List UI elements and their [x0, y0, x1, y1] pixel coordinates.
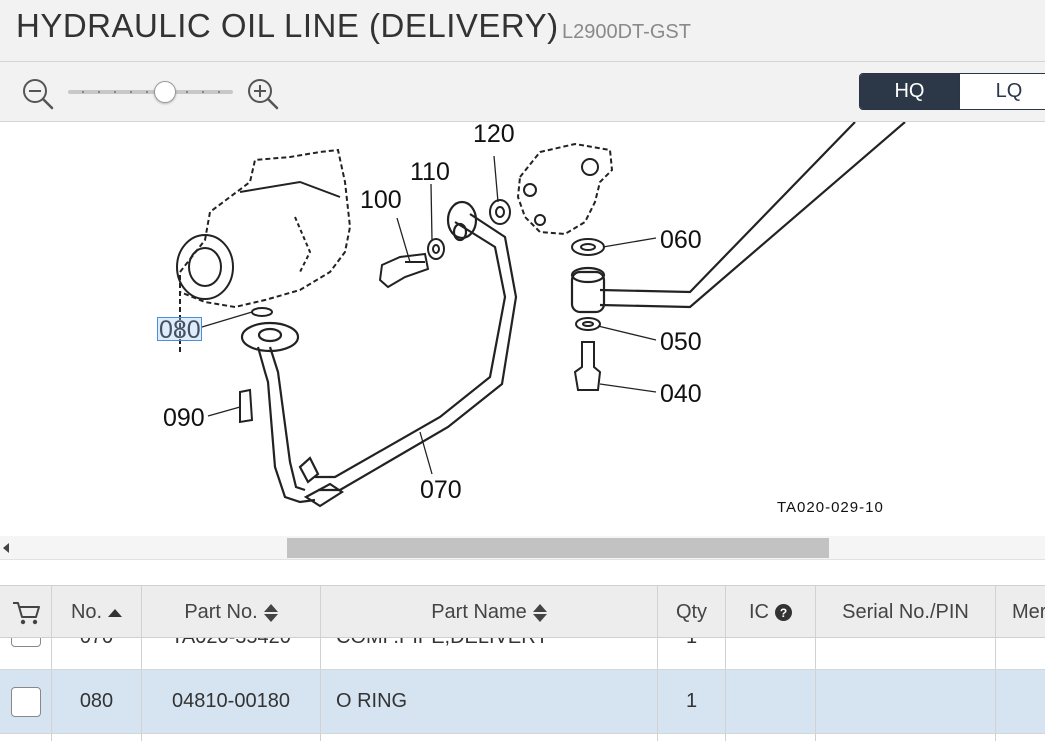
slider-tick — [218, 91, 220, 93]
part-name-cell — [321, 734, 658, 741]
sort-icon — [263, 603, 278, 623]
part-no-column-header[interactable]: Part No. — [142, 586, 321, 639]
serial-column-header: Serial No./PIN — [816, 586, 996, 639]
memo-column-header: Mer — [996, 586, 1045, 639]
slider-tick — [186, 91, 188, 93]
diagram-toolbar: HQ LQ — [0, 62, 1045, 122]
ic-header-label: IC — [749, 601, 769, 623]
callout-110[interactable]: 110 — [410, 158, 450, 186]
qty-cell: 1 — [658, 670, 726, 733]
zoom-slider-track — [68, 90, 233, 94]
figure-code: TA020-029-10 — [777, 499, 884, 516]
part-name-header-label: Part Name — [431, 601, 527, 623]
ic-column-header: IC ? — [726, 586, 816, 639]
help-icon[interactable]: ? — [775, 604, 792, 621]
table-header: No. Part No. Part Name Qty IC ? Serial N… — [0, 585, 1045, 639]
model-label: L2900DT-GST — [562, 21, 691, 43]
callout-060[interactable]: 060 — [660, 226, 702, 254]
serial-header-label: Serial No./PIN — [842, 601, 969, 623]
memo-cell — [996, 734, 1045, 741]
slider-tick — [82, 91, 84, 93]
spacer — [0, 560, 1045, 585]
zoom-slider[interactable] — [68, 80, 233, 104]
title-bar: HYDRAULIC OIL LINE (DELIVERY) L2900DT-GS… — [0, 0, 1045, 62]
slider-tick — [202, 91, 204, 93]
callout-100[interactable]: 100 — [360, 186, 402, 214]
parts-diagram[interactable]: 120 110 100 060 080 050 090 040 070 TA02… — [0, 122, 1045, 536]
cart-icon — [12, 601, 40, 624]
zoom-in-icon[interactable] — [245, 76, 279, 110]
part-name-column-header[interactable]: Part Name — [321, 586, 658, 639]
sort-ascending-icon — [108, 608, 123, 617]
table-row-selected[interactable]: 080 04810-00180 O RING 1 — [0, 670, 1045, 734]
valve-block-drawing — [516, 142, 614, 236]
no-cell — [52, 734, 142, 741]
memo-header-label: Mer — [1012, 601, 1045, 623]
lq-button[interactable]: LQ — [958, 74, 1045, 109]
no-cell: 080 — [52, 670, 142, 733]
callout-labels: 120 110 100 060 080 050 090 040 070 — [159, 122, 702, 504]
scrollbar-thumb[interactable] — [287, 538, 829, 558]
callout-120[interactable]: 120 — [473, 122, 515, 148]
callout-040[interactable]: 040 — [660, 380, 702, 408]
page-title: HYDRAULIC OIL LINE (DELIVERY) — [16, 7, 559, 44]
diagram-horizontal-scrollbar[interactable] — [0, 536, 1045, 560]
scroll-left-arrow-icon[interactable] — [3, 543, 9, 553]
part-no-cell[interactable]: 04810-00180 — [142, 670, 321, 733]
highlight-box — [157, 317, 202, 341]
pump-assembly-drawing — [176, 148, 352, 352]
sort-icon — [532, 603, 547, 623]
serial-cell — [816, 670, 996, 733]
qty-column-header: Qty — [658, 586, 726, 639]
row-checkbox-cell — [0, 670, 52, 733]
parts-table: No. Part No. Part Name Qty IC ? Serial N… — [0, 585, 1045, 741]
slider-tick — [130, 91, 132, 93]
callout-090[interactable]: 090 — [163, 404, 205, 432]
slider-tick — [98, 91, 100, 93]
table-row — [0, 734, 1045, 741]
part-name-cell: O RING — [321, 670, 658, 733]
callout-050[interactable]: 050 — [660, 328, 702, 356]
no-header-label: No. — [70, 601, 103, 623]
row-checkbox-cell — [0, 734, 52, 741]
part-no-header-label: Part No. — [184, 601, 258, 623]
ic-cell — [726, 670, 816, 733]
ic-cell — [726, 734, 816, 741]
no-column-header[interactable]: No. — [52, 586, 142, 639]
row-checkbox[interactable] — [10, 686, 41, 717]
quality-toggle: HQ LQ — [859, 73, 1045, 110]
hq-button[interactable]: HQ — [860, 74, 959, 109]
qty-header-label: Qty — [675, 601, 708, 623]
serial-cell — [816, 734, 996, 741]
zoom-slider-knob[interactable] — [153, 81, 176, 103]
part-no-cell — [142, 734, 321, 741]
slider-tick — [114, 91, 116, 93]
fasteners-drawing — [239, 199, 605, 424]
zoom-out-icon[interactable] — [20, 76, 54, 110]
callout-070[interactable]: 070 — [420, 476, 462, 504]
slider-tick — [146, 91, 148, 93]
memo-cell — [996, 670, 1045, 733]
cart-column-header[interactable] — [0, 586, 52, 639]
pipe-drawing — [240, 122, 906, 508]
qty-cell — [658, 734, 726, 741]
